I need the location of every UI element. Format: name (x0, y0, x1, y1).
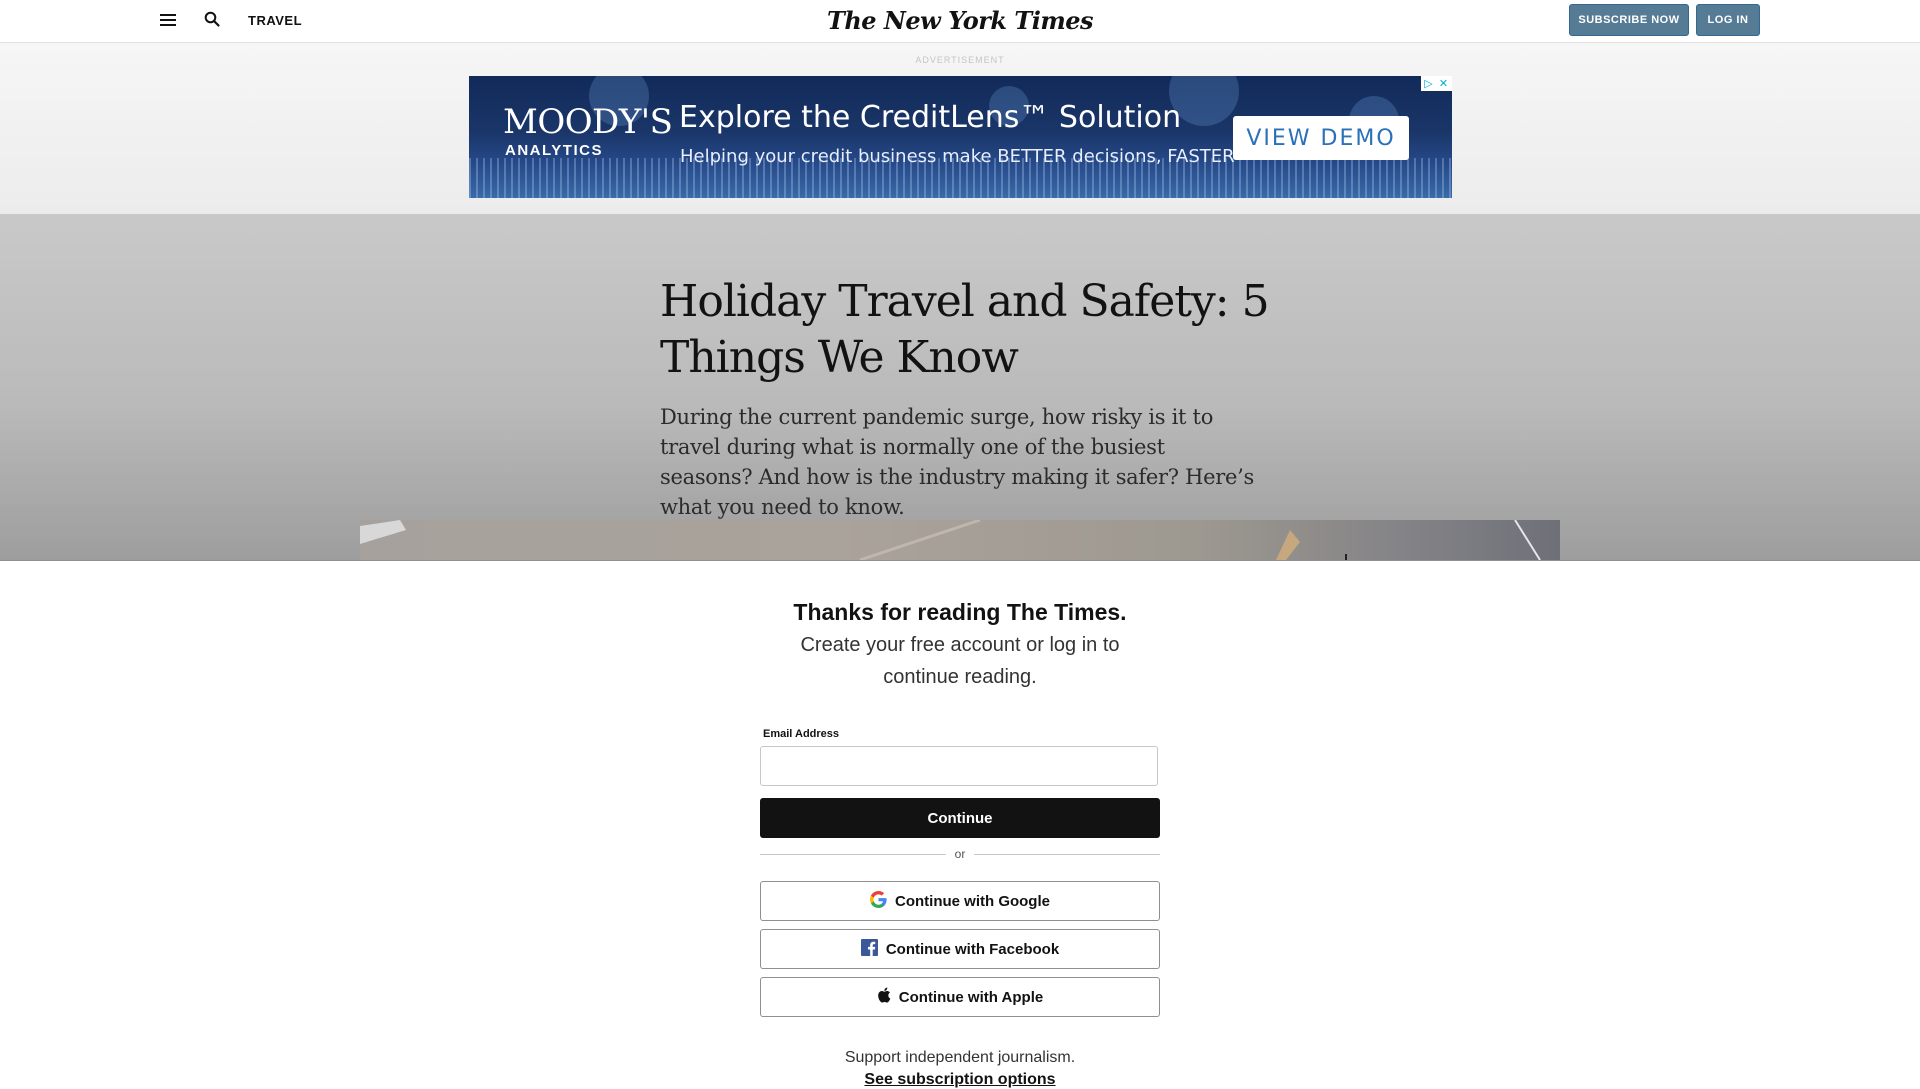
login-button[interactable]: LOG IN (1696, 4, 1760, 36)
ad-brand: MOODY'S (503, 102, 673, 142)
gate-subtitle: Create your free account or log in to co… (800, 634, 1120, 688)
advertisement-label: ADVERTISEMENT (915, 55, 1005, 65)
email-label: Email Address (763, 728, 840, 740)
subscription-options-link[interactable]: See subscription options (0, 1071, 1920, 1089)
top-navigation-bar: TRAVEL The New York Times SUBSCRIBE NOW … (0, 0, 1920, 43)
continue-with-facebook-button[interactable]: Continue with Facebook (760, 929, 1160, 969)
ad-choices-icon[interactable]: ▷ (1421, 76, 1436, 91)
advertisement-area: ADVERTISEMENT MOODY'S ANALYTICS Explore … (0, 43, 1920, 214)
registration-gate: Thanks for reading The Times. Create you… (0, 560, 1920, 1088)
ad-subline: Helping your credit business make BETTER… (680, 146, 1235, 167)
ad-banner[interactable]: MOODY'S ANALYTICS Explore the CreditLens… (469, 76, 1452, 198)
google-icon (870, 890, 887, 912)
facebook-button-label: Continue with Facebook (885, 940, 1060, 958)
gate-title: Thanks for reading The Times. (793, 599, 1127, 625)
support-text: Support independent journalism. (844, 1049, 1076, 1066)
or-divider: or (760, 847, 1160, 861)
apple-button-label: Continue with Apple (898, 988, 1044, 1006)
article-image (360, 520, 1560, 560)
google-button-label: Continue with Google (895, 892, 1050, 910)
ad-view-demo-button[interactable]: VIEW DEMO (1233, 116, 1409, 160)
subscribe-button[interactable]: SUBSCRIBE NOW (1569, 4, 1689, 36)
email-field[interactable] (760, 746, 1158, 786)
ad-brand-sub: ANALYTICS (505, 142, 603, 159)
ad-headline: Explore the CreditLens™ Solution (679, 100, 1182, 135)
article-summary: During the current pandemic surge, how r… (660, 405, 1254, 519)
continue-with-google-button[interactable]: Continue with Google (760, 881, 1160, 921)
apple-icon (877, 987, 891, 1007)
article-hero: Holiday Travel and Safety: 5 Things We K… (0, 214, 1920, 560)
facebook-icon (860, 938, 878, 960)
continue-button[interactable]: Continue (760, 798, 1160, 838)
continue-with-apple-button[interactable]: Continue with Apple (760, 977, 1160, 1017)
ad-close-icon[interactable]: ✕ (1436, 76, 1451, 91)
article-headline: Holiday Travel and Safety: 5 Things We K… (660, 276, 1270, 383)
ad-choices[interactable]: ▷ ✕ (1421, 76, 1452, 91)
